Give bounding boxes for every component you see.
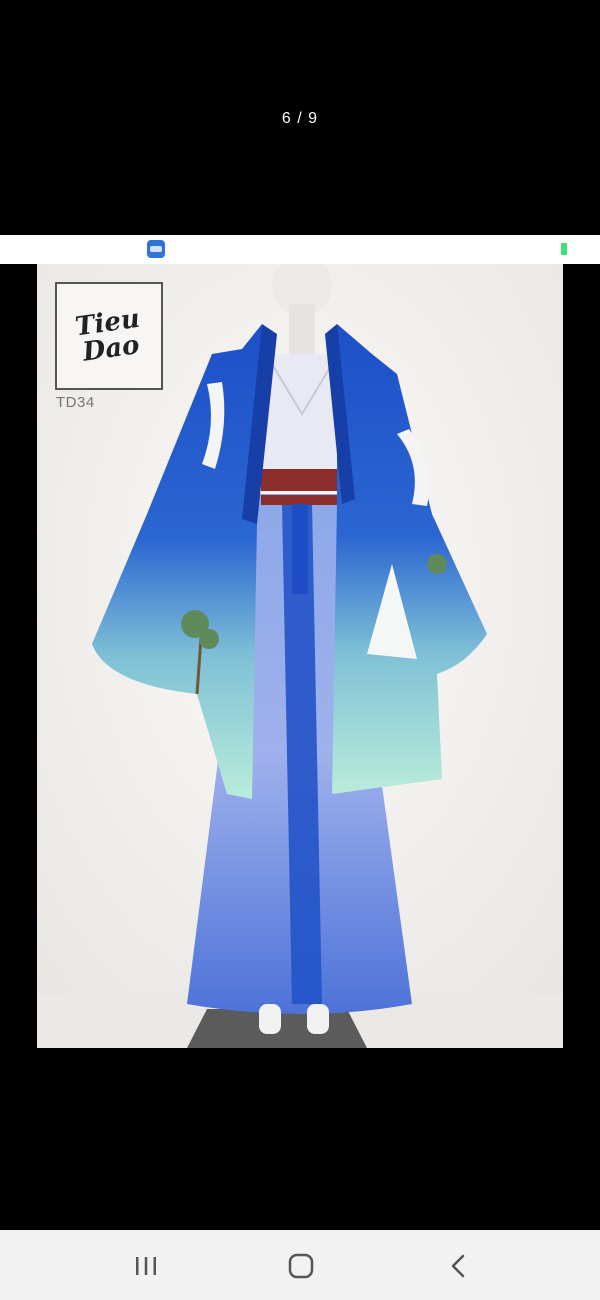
image-counter: 6 / 9 [281,110,319,127]
embedded-status-bar [0,235,600,264]
home-icon[interactable] [281,1250,321,1282]
product-photo[interactable]: Tieu Dao TD34 [37,264,563,1048]
product-code: TD34 [56,394,95,411]
logo-line-2: Dao [80,330,141,368]
back-icon[interactable] [438,1250,478,1282]
battery-icon [561,243,567,255]
app-icon [147,240,165,258]
brand-logo: Tieu Dao [55,282,163,390]
recent-apps-icon[interactable] [126,1250,166,1282]
